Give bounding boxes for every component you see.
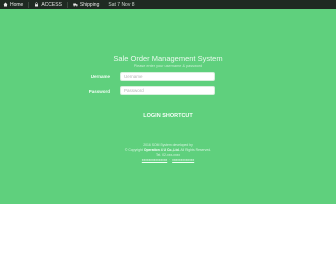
nav-access[interactable]: ACCESS (34, 2, 62, 8)
footer-line-3: Tel. 02-xxx-xxxx (155, 153, 181, 157)
nav-shipping[interactable]: Shipping (73, 2, 99, 8)
page-title: Sale Order Management System (113, 54, 223, 63)
footer-line-2: © Copyright Operation 4 U Co.,Ltd. All R… (0, 148, 336, 152)
login-panel: Sale Order Management System Please ente… (0, 9, 336, 204)
nav-home-label: Home (10, 1, 24, 8)
password-label: Password (88, 89, 110, 94)
nav-divider (66, 1, 68, 8)
home-icon (3, 2, 8, 7)
nav-divider (28, 1, 30, 8)
top-nav-bar: Home ACCESS Shipping Sat 7 Nov 8 (0, 0, 336, 9)
username-label: Uername (90, 74, 110, 79)
nav-shipping-label: Shipping (79, 1, 100, 8)
footer-line-1: 2016 SOM System developed by (143, 143, 193, 147)
topbar-date: Sat 7 Nov 8 (108, 1, 135, 8)
nav-access-label: ACCESS (41, 1, 62, 8)
page-subtitle: Please enter your username & password (133, 64, 203, 68)
footer-link-2[interactable]: xxxxxxxxxxxxx (172, 158, 194, 162)
footer-rights: All Rights Reserved. (180, 148, 212, 152)
password-input[interactable] (120, 86, 215, 95)
footer-copyright: © Copyright (124, 148, 143, 152)
footer-links: xxxxxxxxxxxxxxx · xxxxxxxxxxxxx (141, 158, 195, 162)
truck-icon (73, 3, 78, 7)
nav-home[interactable]: Home (3, 2, 23, 8)
username-input[interactable] (120, 72, 215, 81)
lock-icon (35, 2, 39, 7)
footer-company: Operation 4 U Co.,Ltd. (143, 148, 180, 152)
login-shortcut-link[interactable]: LOGIN SHORTCUT (0, 113, 336, 119)
footer-link-1[interactable]: xxxxxxxxxxxxxxx (142, 158, 167, 162)
